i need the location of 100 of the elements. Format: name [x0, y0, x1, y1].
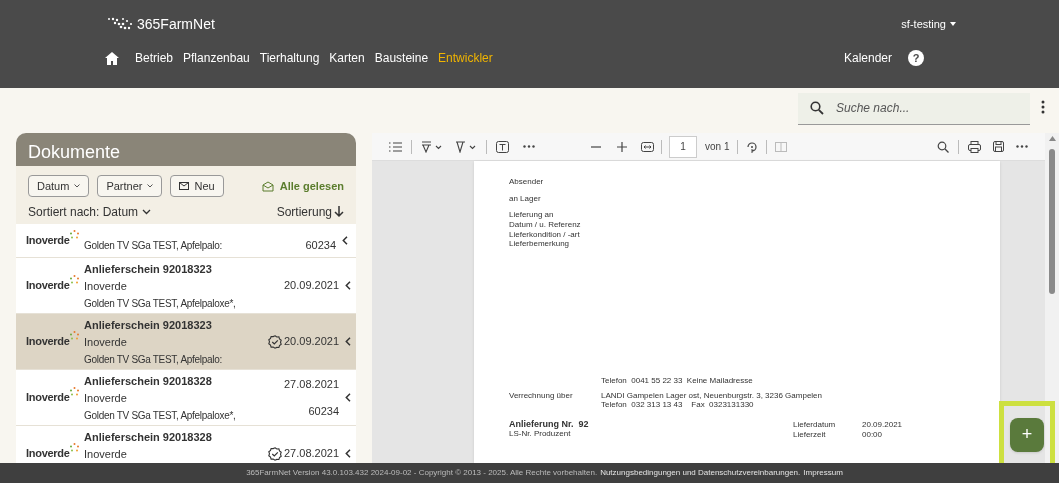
- document-date: 20.09.2021: [284, 334, 340, 350]
- page-count: von 1: [705, 140, 730, 154]
- verified-badge-icon: [268, 334, 282, 349]
- footer-link[interactable]: Impressum: [803, 467, 843, 479]
- sort-field-dropdown[interactable]: Sortiert nach: Datum: [28, 203, 152, 221]
- partner-name: Inoverde: [84, 279, 128, 294]
- logo-icon: [69, 275, 79, 285]
- document-number: 60234: [305, 237, 336, 253]
- document-heading: Anlieferung Nr. 92: [509, 419, 590, 429]
- document-text: Lieferung an: [509, 210, 555, 219]
- document-title: Anlieferschein 92018328: [84, 374, 213, 389]
- search-input[interactable]: Suche nach...: [836, 99, 986, 117]
- document-detail: Golden TV SGa TEST, Apfelpalo:: [84, 353, 223, 367]
- nav-link[interactable]: Entwickler: [438, 49, 493, 67]
- verified-badge-icon: [268, 446, 282, 461]
- filter-button[interactable]: Neu: [170, 175, 224, 197]
- document-text: Verrechnung über: [509, 391, 574, 402]
- chevron-down-icon: [74, 184, 81, 188]
- search-icon: [810, 101, 824, 115]
- document-text: Lieferbemerkung: [509, 239, 571, 248]
- panel-title: Dokumente: [28, 140, 121, 163]
- field-label: Lieferzeit: [793, 430, 827, 439]
- print-icon[interactable]: [968, 140, 981, 153]
- rotate-icon[interactable]: [746, 140, 759, 153]
- zoom-in-icon[interactable]: [617, 141, 627, 152]
- field-label: Lieferdatum: [793, 420, 837, 429]
- partner-logo-text: Inoverde: [26, 334, 70, 350]
- document-date: 27.08.2021: [284, 446, 340, 462]
- document-text: an Lager: [509, 194, 542, 203]
- chevron-down-icon: [142, 209, 152, 215]
- search-icon[interactable]: [937, 140, 949, 153]
- partner-name: Inoverde: [84, 391, 128, 406]
- partner-logo-text: Inoverde: [26, 233, 70, 249]
- logo-icon: [105, 16, 135, 32]
- page-number-field[interactable]: 1: [669, 135, 697, 158]
- chevron-left-icon: [345, 337, 352, 346]
- highlighter-icon[interactable]: [421, 140, 443, 153]
- mail-icon: [179, 182, 190, 190]
- partner-name: Inoverde: [84, 335, 128, 350]
- logo-icon: [69, 387, 79, 397]
- chevron-left-icon: [345, 449, 352, 458]
- fit-width-icon[interactable]: [641, 141, 654, 152]
- document-title: Anlieferschein 92018323: [84, 262, 213, 277]
- ellipsis-icon[interactable]: [523, 145, 535, 148]
- brand-name: 365FarmNet: [137, 14, 215, 34]
- document-text: Absender: [509, 177, 545, 186]
- document-detail: Golden TV SGa TEST, Apfelpalo:: [84, 239, 223, 253]
- mail-open-icon: [261, 180, 274, 192]
- document-date: 27.08.2021: [284, 377, 340, 392]
- partner-logo-text: Inoverde: [26, 278, 70, 294]
- document-text: Datum / u. Referenz: [509, 220, 582, 229]
- document-text: Telefon 032 313 13 43 Fax 0323131330: [601, 400, 755, 409]
- help-button[interactable]: ?: [908, 50, 924, 66]
- sort-order-button[interactable]: Sortierung: [276, 203, 344, 221]
- nav-link[interactable]: Betrieb: [135, 49, 174, 67]
- partner-name: Inoverde: [84, 447, 128, 462]
- field-value: 20.09.2021: [862, 420, 903, 429]
- document-text: Telefon 0041 55 22 33 Keine Mailadresse: [601, 376, 754, 385]
- partner-logo-text: Inoverde: [26, 390, 70, 406]
- field-value: 00:00: [862, 430, 884, 439]
- arrow-down-icon: [334, 206, 344, 218]
- user-menu[interactable]: sf-testing: [901, 15, 956, 33]
- text-icon[interactable]: [496, 140, 509, 153]
- filter-button[interactable]: Datum: [28, 175, 90, 197]
- document-title: Anlieferschein 92018328: [84, 430, 213, 445]
- document-row[interactable]: Inoverde Anlieferschein 92018323 Inoverde Golden TV SGa TEST, Apfelpalo: 20.09.2021: [16, 314, 356, 370]
- zoom-out-icon[interactable]: [591, 145, 601, 148]
- mark-all-read-button[interactable]: Alle gelesen: [261, 177, 344, 195]
- nav-link[interactable]: Pflanzenbau: [183, 49, 250, 67]
- filter-button[interactable]: Partner: [97, 175, 163, 197]
- document-text: LANDI Gampelen Lager ost, Neuenburgstr. 3, 3236 Gampelen: [601, 391, 823, 400]
- draw-icon[interactable]: [455, 140, 477, 153]
- scrollbar-thumb[interactable]: [1049, 149, 1055, 294]
- chevron-left-icon: [345, 281, 352, 290]
- document-detail: Golden TV SGa TEST, Apfelpaloxe*,: [84, 409, 237, 423]
- ellipsis-icon[interactable]: [1016, 145, 1028, 148]
- document-text: LS-Nr. Produzent: [509, 429, 572, 438]
- partner-logo-text: Inoverde: [26, 446, 70, 462]
- document-number: 60234: [308, 403, 340, 419]
- nav-link[interactable]: Karten: [329, 49, 365, 67]
- search-field[interactable]: Suche nach...: [798, 92, 1030, 125]
- home-icon[interactable]: [105, 51, 119, 65]
- nav-link[interactable]: Bausteine: [374, 49, 429, 67]
- scroll-up-icon[interactable]: [1048, 136, 1056, 141]
- logo-icon: [69, 230, 79, 240]
- nav-link[interactable]: Tierhaltung: [259, 49, 320, 67]
- footer-link[interactable]: Nutzungsbedingungen und Datenschutzvereinbarungen.: [600, 467, 801, 479]
- save-icon[interactable]: [993, 141, 1004, 152]
- logo-icon: [69, 443, 79, 453]
- document-text: Lieferkondition / -art: [509, 230, 581, 239]
- document-title: Anlieferschein 92018323: [84, 318, 213, 333]
- footer-text: 365FarmNet Version 43.0.103.432 2024-09-02 - Copyright © 2013 - 2025. Alle Rechte vorbehalten.: [246, 467, 598, 479]
- logo-icon: [69, 331, 79, 341]
- chevron-down-icon: [147, 184, 154, 188]
- document-detail: Golden TV SGa TEST, Apfelpaloxe*,: [84, 297, 237, 311]
- calendar-link[interactable]: Kalender: [843, 49, 892, 67]
- more-icon[interactable]: [1041, 99, 1045, 114]
- chevron-left-icon: [342, 236, 348, 245]
- add-button[interactable]: +: [1010, 417, 1044, 452]
- document-date: 20.09.2021: [284, 278, 340, 294]
